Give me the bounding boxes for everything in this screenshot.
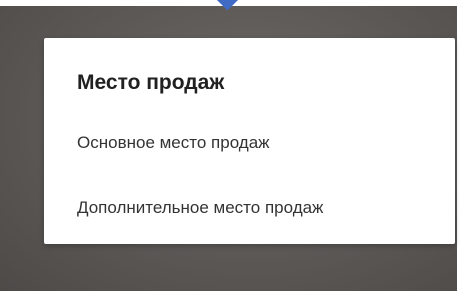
option-additional-sales-point[interactable]: Дополнительное место продаж bbox=[77, 198, 323, 218]
dialog-title: Место продаж bbox=[77, 71, 225, 94]
pointer-arrow-icon bbox=[215, 0, 241, 14]
sales-point-dialog: Место продаж Основное место продаж Допол… bbox=[44, 38, 455, 244]
option-main-sales-point[interactable]: Основное место продаж bbox=[77, 133, 270, 153]
